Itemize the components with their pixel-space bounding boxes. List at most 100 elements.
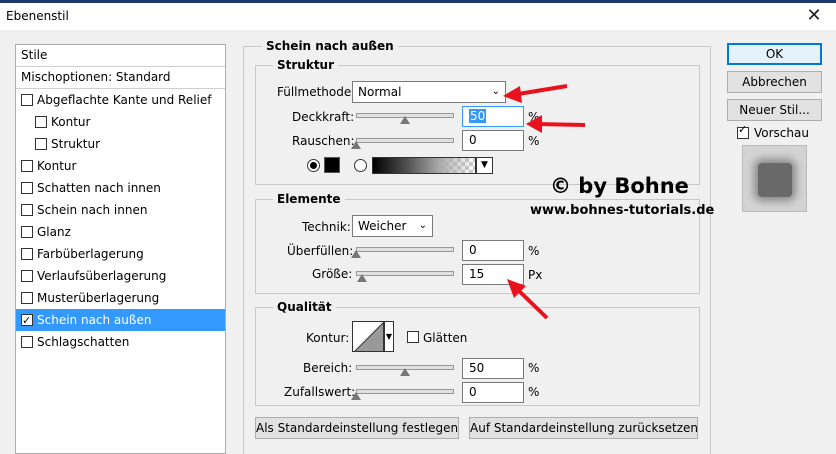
contour-label: Kontur:	[306, 331, 350, 345]
style-item[interactable]: Struktur	[16, 133, 225, 155]
blend-mode-label: Füllmethode:	[277, 85, 356, 99]
preview-checkbox[interactable]	[737, 123, 749, 139]
jitter-slider[interactable]	[356, 389, 454, 394]
quality-title: Qualität	[273, 300, 336, 314]
style-item[interactable]: Verlaufsüberlagerung	[16, 265, 225, 287]
style-item-checkbox[interactable]	[21, 248, 33, 260]
style-item[interactable]: Abgeflachte Kante und Relief	[16, 89, 225, 111]
style-item-checkbox[interactable]	[21, 94, 33, 106]
opacity-unit: %	[528, 110, 540, 124]
noise-slider[interactable]	[356, 138, 454, 143]
style-item[interactable]: Schatten nach innen	[16, 177, 225, 199]
size-slider[interactable]	[356, 271, 454, 276]
style-item-checkbox[interactable]	[21, 204, 33, 216]
noise-label: Rauschen:	[292, 134, 355, 148]
jitter-value: 0	[469, 385, 477, 399]
style-item-label: Kontur	[51, 115, 91, 129]
style-item-checkbox[interactable]	[21, 226, 33, 238]
chevron-down-icon: ⌄	[418, 220, 427, 231]
range-value: 50	[469, 361, 485, 375]
blend-mode-value: Normal	[358, 85, 402, 99]
window-title: Ebenenstil	[6, 9, 69, 23]
elements-title: Elemente	[273, 192, 345, 206]
reset-default-button[interactable]: Auf Standardeinstellung zurücksetzen	[469, 417, 698, 439]
style-item-checkbox[interactable]	[35, 138, 47, 150]
opacity-slider-thumb[interactable]	[400, 116, 410, 124]
style-item[interactable]: Musterüberlagerung	[16, 287, 225, 309]
range-unit: %	[528, 361, 540, 375]
technique-label: Technik:	[302, 220, 351, 234]
style-item-label: Kontur	[37, 159, 77, 173]
opacity-label: Deckkraft:	[292, 110, 355, 124]
style-item[interactable]: Schein nach innen	[16, 199, 225, 221]
new-style-button[interactable]: Neuer Stil...	[727, 99, 822, 121]
noise-slider-thumb[interactable]	[351, 141, 361, 149]
preview-swatch	[758, 163, 792, 197]
contour-dropdown-icon[interactable]: ▼	[384, 321, 394, 352]
style-item-checkbox[interactable]	[35, 116, 47, 128]
style-items: Abgeflachte Kante und Relief Kontur Strukt…	[16, 89, 225, 353]
range-label: Bereich:	[303, 361, 353, 375]
style-item[interactable]: Kontur	[16, 155, 225, 177]
size-value: 15	[469, 267, 485, 281]
jitter-unit: %	[528, 385, 540, 399]
spread-slider-thumb[interactable]	[351, 250, 361, 258]
glow-gradient-picker[interactable]	[372, 157, 476, 174]
size-input[interactable]: 15	[462, 264, 524, 285]
style-item-label: Schlagschatten	[37, 335, 130, 349]
gradient-radio[interactable]	[354, 159, 367, 172]
close-icon[interactable]: ✕	[802, 5, 826, 27]
blend-options-item[interactable]: Mischoptionen: Standard	[16, 67, 225, 89]
opacity-input[interactable]: 50	[462, 106, 524, 127]
ok-button[interactable]: OK	[727, 43, 822, 65]
antialias-checkbox[interactable]	[407, 331, 419, 343]
style-item-checkbox[interactable]	[21, 292, 33, 304]
jitter-slider-thumb[interactable]	[351, 392, 361, 400]
watermark-copyright: © by Bohne	[550, 174, 689, 198]
style-item[interactable]: Glanz	[16, 221, 225, 243]
style-item-checkbox[interactable]	[21, 336, 33, 348]
contour-curve-icon	[354, 322, 383, 351]
range-input[interactable]: 50	[462, 358, 524, 379]
spread-label: Überfüllen:	[287, 244, 354, 258]
make-default-button[interactable]: Als Standardeinstellung festlegen	[255, 417, 459, 439]
spread-input[interactable]: 0	[462, 240, 524, 261]
style-item-label: Glanz	[37, 225, 71, 239]
size-unit: Px	[528, 268, 543, 282]
size-slider-thumb[interactable]	[356, 274, 367, 282]
style-item-label: Abgeflachte Kante und Relief	[37, 93, 212, 107]
opacity-value: 50	[469, 109, 487, 123]
spread-slider[interactable]	[356, 247, 454, 252]
technique-value: Weicher	[358, 219, 407, 233]
watermark-url: www.bohnes-tutorials.de	[530, 203, 715, 218]
blend-mode-select[interactable]: Normal ⌄	[352, 81, 506, 103]
style-item[interactable]: Schlagschatten	[16, 331, 225, 353]
styles-list: Stile Mischoptionen: Standard Abgeflacht…	[15, 44, 226, 454]
technique-select[interactable]: Weicher ⌄	[352, 215, 433, 237]
contour-picker[interactable]	[352, 321, 384, 352]
jitter-label: Zufallswert:	[284, 385, 356, 399]
gradient-dropdown-icon[interactable]: ▼	[476, 157, 493, 174]
style-item[interactable]: Kontur	[16, 111, 225, 133]
range-slider-thumb[interactable]	[400, 368, 410, 376]
style-item-label: Verlaufsüberlagerung	[37, 269, 167, 283]
style-item-checkbox[interactable]	[21, 270, 33, 282]
style-preview	[742, 145, 807, 212]
style-item-label: Struktur	[51, 137, 101, 151]
style-item-label: Schein nach innen	[37, 203, 148, 217]
style-item-checkbox[interactable]	[21, 310, 33, 332]
cancel-button[interactable]: Abbrechen	[727, 71, 822, 93]
size-label: Größe:	[312, 267, 353, 281]
style-item[interactable]: Schein nach außen	[16, 309, 225, 332]
solid-color-radio[interactable]	[307, 159, 320, 172]
structure-title: Struktur	[273, 58, 339, 72]
style-item-checkbox[interactable]	[21, 160, 33, 172]
styles-list-header[interactable]: Stile	[16, 45, 225, 67]
glow-color-swatch[interactable]	[324, 157, 340, 173]
style-item-checkbox[interactable]	[21, 182, 33, 194]
jitter-input[interactable]: 0	[462, 382, 524, 403]
antialias-label: Glätten	[423, 331, 468, 345]
noise-input[interactable]: 0	[462, 130, 524, 151]
style-item[interactable]: Farbüberlagerung	[16, 243, 225, 265]
style-item-label: Schein nach außen	[37, 313, 152, 327]
